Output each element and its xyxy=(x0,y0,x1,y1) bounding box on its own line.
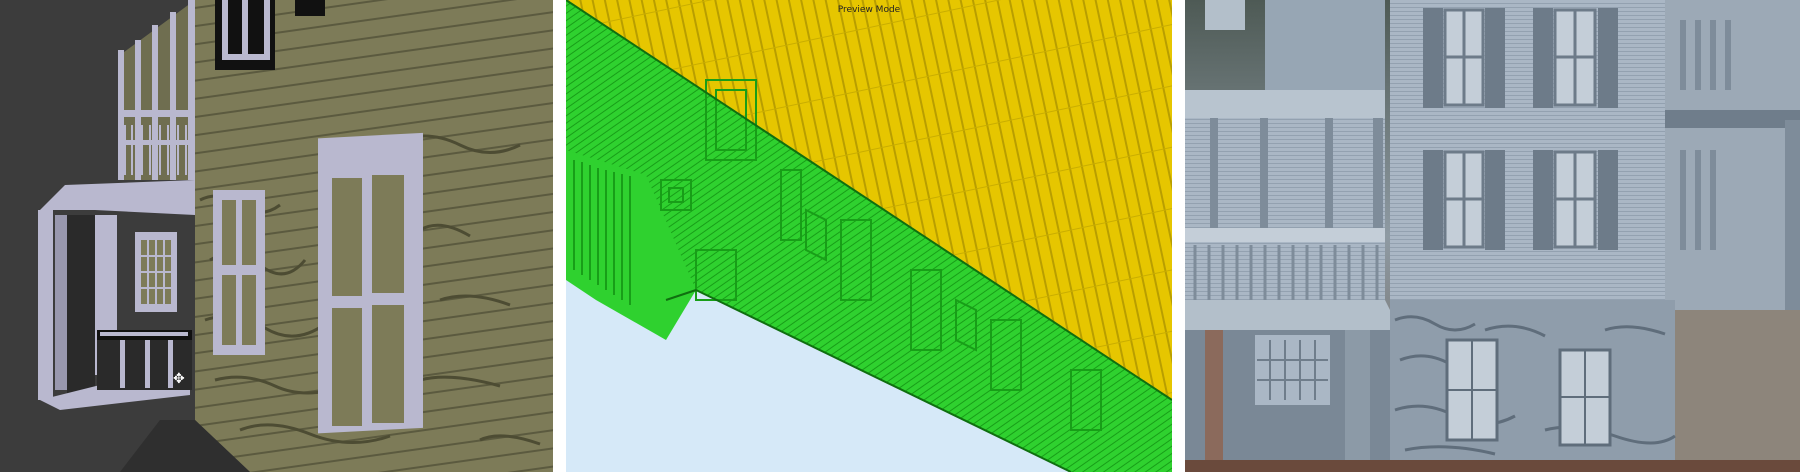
printed-model-photo xyxy=(1185,0,1800,472)
cursor-crosshair-icon: ✥ xyxy=(173,371,185,387)
printed-model-photo-panel xyxy=(1185,0,1800,472)
sliced-layers-render xyxy=(566,0,1172,472)
model-viewport-panel[interactable]: ✥ xyxy=(0,0,553,472)
preview-mode-label: Preview Mode xyxy=(837,5,901,15)
panel-divider xyxy=(553,0,566,472)
model-render xyxy=(0,0,553,472)
panel-divider xyxy=(1172,0,1185,472)
slicer-preview-panel[interactable]: Preview Mode xyxy=(566,0,1172,472)
